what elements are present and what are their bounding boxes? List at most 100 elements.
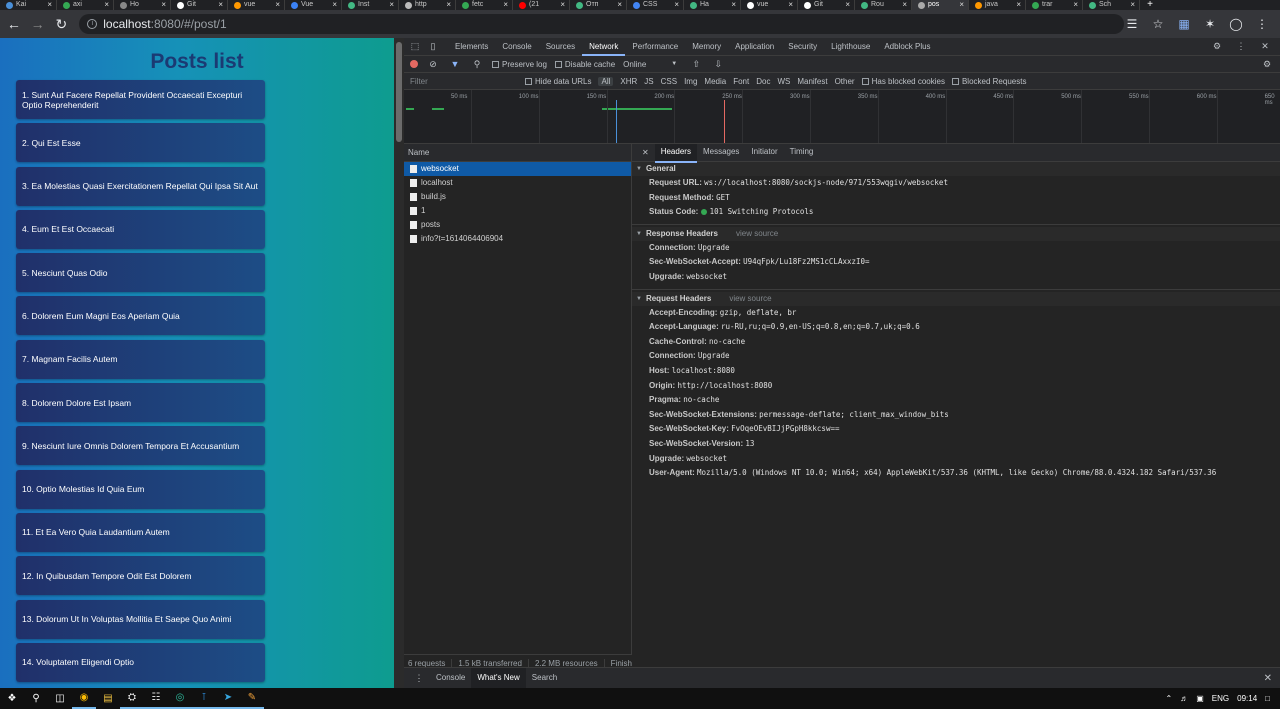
clear-icon[interactable]: ⊘ (426, 57, 440, 71)
post-item[interactable]: 13. Dolorum Ut In Voluptas Mollitia Et S… (16, 599, 265, 639)
request-row[interactable]: posts (404, 218, 631, 232)
browser-tab[interactable]: Ha × (684, 0, 741, 10)
notepad-icon[interactable]: ☷ (144, 688, 168, 709)
drawer-tab-what-s-new[interactable]: What's New (471, 668, 526, 688)
tab-close-icon[interactable]: × (332, 0, 337, 10)
name-column-header[interactable]: Name (404, 144, 631, 162)
star-icon[interactable]: ☆ (1150, 16, 1166, 32)
post-item[interactable]: 9. Nesciunt Iure Omnis Dolorem Tempora E… (16, 426, 265, 466)
tab-close-icon[interactable]: × (1016, 0, 1021, 10)
response-view-source-link[interactable]: view source (736, 227, 778, 241)
edge-icon[interactable]: ◎ (168, 688, 192, 709)
tab-security[interactable]: Security (781, 38, 824, 56)
tab-lighthouse[interactable]: Lighthouse (824, 38, 877, 56)
tab-console[interactable]: Console (495, 38, 538, 56)
telegram-icon[interactable]: ➤ (216, 688, 240, 709)
notifications-icon[interactable]: □ (1265, 694, 1270, 703)
type-filter-all[interactable]: All (598, 76, 614, 86)
tab-close-icon[interactable]: × (902, 0, 907, 10)
forward-icon[interactable]: → (28, 14, 48, 34)
post-item[interactable]: 10. Optio Molestias Id Quia Eum (16, 469, 265, 509)
menu-icon[interactable]: ⋮ (1254, 16, 1270, 32)
steam-icon[interactable]: ⛭ (120, 688, 144, 709)
detail-tab-initiator[interactable]: Initiator (745, 144, 783, 163)
tab-close-icon[interactable]: × (389, 0, 394, 10)
browser-tab[interactable]: http × (399, 0, 456, 10)
volume-icon[interactable]: ♬ (1180, 694, 1188, 703)
post-item[interactable]: 1. Sunt Aut Facere Repellat Provident Oc… (16, 80, 265, 119)
request-row[interactable]: localhost (404, 176, 631, 190)
type-filter-css[interactable]: CSS (661, 77, 677, 86)
post-item[interactable]: 4. Eum Et Est Occaecati (16, 209, 265, 249)
request-row[interactable]: 1 (404, 204, 631, 218)
tab-close-icon[interactable]: × (845, 0, 850, 10)
network-timeline-overview[interactable]: 50 ms 100 ms 150 ms 200 ms 250 ms 300 ms 350 m… (404, 90, 1280, 144)
search-icon[interactable]: ⚲ (470, 57, 484, 71)
browser-tab[interactable]: Git × (171, 0, 228, 10)
search-icon[interactable]: ⚲ (24, 688, 48, 709)
tab-close-icon[interactable]: × (731, 0, 736, 10)
detail-tab-headers[interactable]: Headers (654, 144, 697, 163)
tab-adblock-plus[interactable]: Adblock Plus (877, 38, 937, 56)
tab-close-icon[interactable]: × (617, 0, 622, 10)
blocked-requests-box[interactable] (951, 77, 959, 85)
browser-tab[interactable]: Inst × (342, 0, 399, 10)
network-settings-icon[interactable]: ⚙ (1260, 57, 1274, 71)
tab-close-icon[interactable]: × (218, 0, 223, 10)
request-row[interactable]: websocket (404, 162, 631, 176)
type-filter-manifest[interactable]: Manifest (797, 77, 827, 86)
post-item[interactable]: 7. Magnam Facilis Autem (16, 339, 265, 379)
browser-tab[interactable]: Git × (798, 0, 855, 10)
drawer-tab-console[interactable]: Console (430, 668, 471, 688)
tab-close-icon[interactable]: × (503, 0, 508, 10)
post-item[interactable]: 5. Nesciunt Quas Odio (16, 253, 265, 293)
type-filter-xhr[interactable]: XHR (620, 77, 637, 86)
network-icon[interactable]: ▣ (1196, 694, 1204, 703)
device-toolbar-icon[interactable]: ▯ (426, 40, 440, 54)
response-headers-section-header[interactable]: ▼ Response Headers view source (632, 226, 1280, 241)
tab-close-icon[interactable]: × (104, 0, 109, 10)
post-item[interactable]: 3. Ea Molestias Quasi Exercitationem Rep… (16, 166, 265, 206)
tab-close-icon[interactable]: × (959, 0, 964, 10)
post-item[interactable]: 11. Et Ea Vero Quia Laudantium Autem (16, 512, 265, 552)
post-item[interactable]: 14. Voluptatem Eligendi Optio (16, 642, 265, 682)
throttle-select[interactable]: Online ▼ (623, 60, 677, 69)
profile-icon[interactable]: ◯ (1228, 16, 1244, 32)
record-icon[interactable] (410, 60, 418, 68)
type-filter-img[interactable]: Img (684, 77, 697, 86)
general-section-header[interactable]: ▼ General (632, 162, 1280, 176)
browser-tab[interactable]: Отп × (570, 0, 627, 10)
browser-tab[interactable]: Vue × (285, 0, 342, 10)
tab-close-icon[interactable]: × (161, 0, 166, 10)
tab-close-icon[interactable]: × (47, 0, 52, 10)
tab-performance[interactable]: Performance (625, 38, 685, 56)
browser-tab[interactable]: axi × (57, 0, 114, 10)
browser-tab[interactable]: vue × (228, 0, 285, 10)
preserve-log-checkbox[interactable]: Preserve log (492, 60, 547, 69)
blocked-requests-checkbox[interactable]: Blocked Requests (951, 77, 1026, 86)
translate-icon[interactable]: ☰ (1124, 16, 1140, 32)
browser-tab[interactable]: trar × (1026, 0, 1083, 10)
clock[interactable]: 09:14 (1237, 694, 1257, 703)
detail-tab-timing[interactable]: Timing (784, 144, 820, 163)
tab-application[interactable]: Application (728, 38, 781, 56)
vscode-icon[interactable]: ⊺ (192, 688, 216, 709)
has-blocked-cookies-checkbox[interactable]: Has blocked cookies (861, 77, 945, 86)
browser-tab[interactable]: Kai × (0, 0, 57, 10)
request-row[interactable]: info?t=1614064406904 (404, 232, 631, 246)
filter-input[interactable]: Filter (410, 77, 518, 86)
file-explorer-icon[interactable]: ▤ (96, 688, 120, 709)
devtools-close-icon[interactable]: ✕ (1258, 40, 1272, 54)
browser-tab[interactable]: Sch × (1083, 0, 1140, 10)
tab-memory[interactable]: Memory (685, 38, 728, 56)
request-row[interactable]: build.js (404, 190, 631, 204)
back-icon[interactable]: ← (4, 14, 24, 34)
post-item[interactable]: 8. Dolorem Dolore Est Ipsam (16, 383, 265, 423)
disable-cache-checkbox[interactable]: Disable cache (554, 60, 615, 69)
tray-overflow-icon[interactable]: ⌃ (1166, 694, 1173, 703)
drawer-menu-icon[interactable]: ⋮ (412, 671, 426, 685)
tab-network[interactable]: Network (582, 38, 626, 56)
browser-tab[interactable]: vue × (741, 0, 798, 10)
browser-tab[interactable]: Ho × (114, 0, 171, 10)
post-item[interactable]: 2. Qui Est Esse (16, 123, 265, 163)
